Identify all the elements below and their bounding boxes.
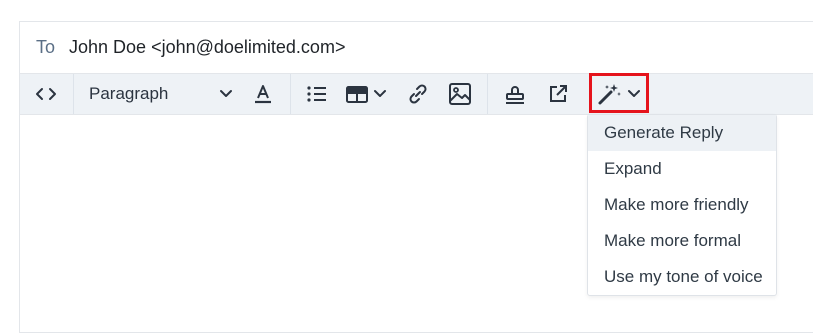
chevron-down-icon bbox=[374, 90, 386, 97]
code-view-button[interactable] bbox=[28, 74, 64, 114]
to-recipient[interactable]: John Doe <john@doelimited.com> bbox=[69, 37, 345, 58]
chevron-down-icon bbox=[628, 90, 640, 97]
to-label: To bbox=[36, 37, 56, 57]
table-icon bbox=[346, 86, 368, 103]
link-button[interactable] bbox=[402, 74, 434, 114]
code-view-icon bbox=[36, 88, 56, 100]
to-row[interactable]: To John Doe <john@doelimited.com> bbox=[20, 22, 813, 74]
link-icon bbox=[409, 84, 427, 104]
table-button[interactable] bbox=[342, 74, 390, 114]
menu-item-make-more-formal[interactable]: Make more formal bbox=[588, 223, 776, 259]
bulleted-list-icon bbox=[307, 86, 326, 102]
toolbar-divider bbox=[487, 74, 488, 114]
ai-assist-button[interactable] bbox=[589, 74, 649, 114]
toolbar-divider bbox=[73, 74, 74, 114]
menu-item-expand[interactable]: Expand bbox=[588, 151, 776, 187]
paragraph-select-label: Paragraph bbox=[89, 84, 169, 103]
toolbar-divider bbox=[290, 74, 291, 114]
menu-item-generate-reply[interactable]: Generate Reply bbox=[588, 115, 776, 151]
paragraph-select[interactable]: Paragraph bbox=[80, 74, 249, 114]
bulleted-list-button[interactable] bbox=[302, 74, 332, 114]
text-color-button[interactable] bbox=[248, 74, 278, 114]
stamp-button[interactable] bbox=[498, 74, 532, 114]
menu-item-make-more-friendly[interactable]: Make more friendly bbox=[588, 187, 776, 223]
ai-assist-menu: Generate Reply Expand Make more friendly… bbox=[587, 114, 777, 296]
image-icon bbox=[449, 83, 471, 105]
magic-wand-icon bbox=[598, 84, 621, 105]
menu-item-use-my-tone[interactable]: Use my tone of voice bbox=[588, 259, 776, 295]
stamp-icon bbox=[506, 86, 524, 104]
editor-toolbar: Paragraph bbox=[20, 73, 813, 115]
text-color-icon bbox=[255, 85, 271, 104]
chevron-down-icon bbox=[220, 90, 232, 97]
open-external-button[interactable] bbox=[542, 74, 574, 114]
insert-image-button[interactable] bbox=[444, 74, 476, 114]
external-link-icon bbox=[550, 85, 567, 102]
